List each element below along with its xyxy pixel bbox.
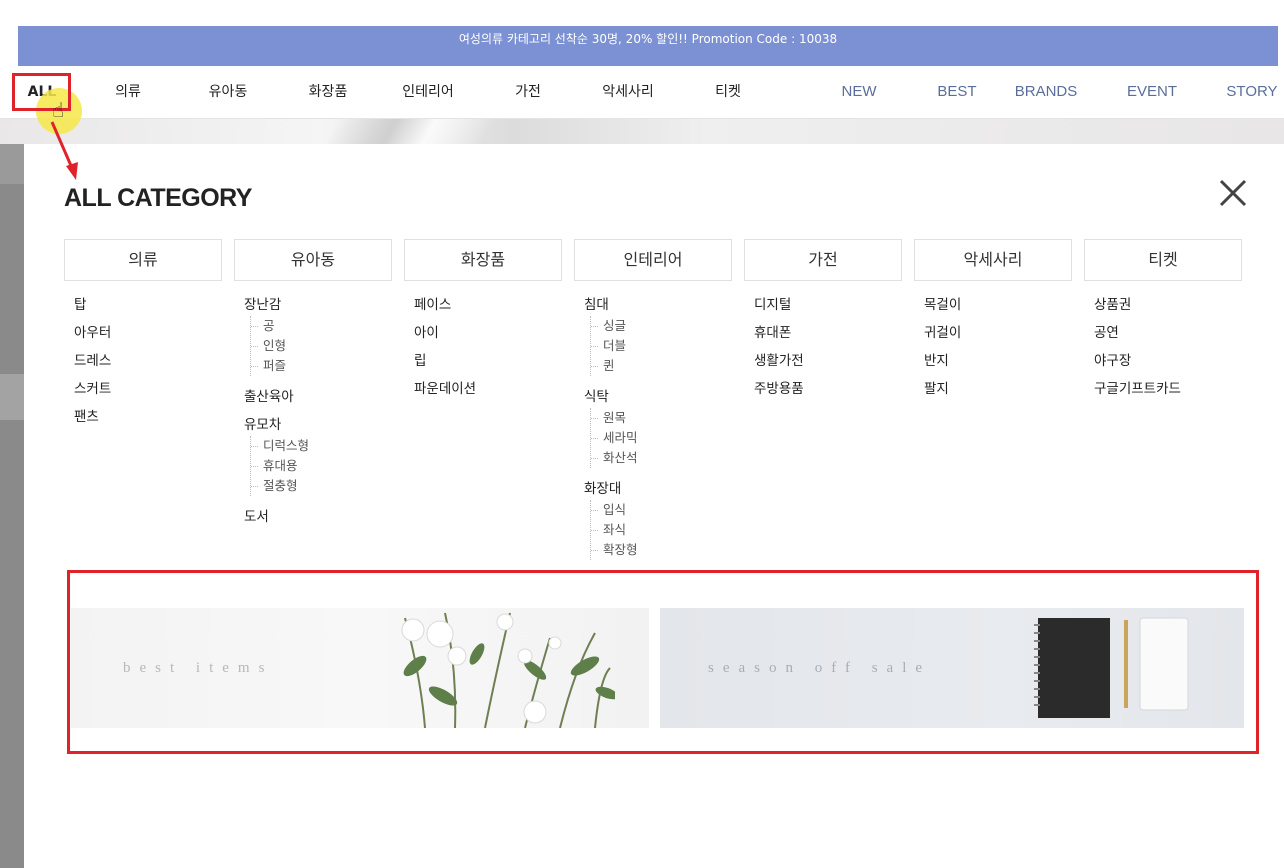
arrow-annotation bbox=[50, 121, 78, 180]
